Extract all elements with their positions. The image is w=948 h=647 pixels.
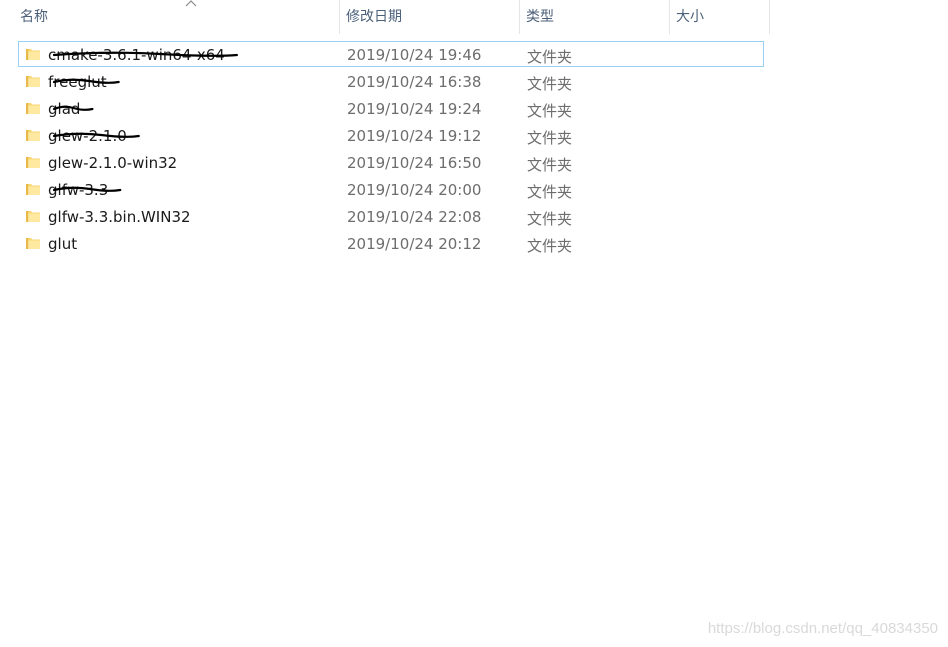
chevron-up-icon: [185, 0, 197, 7]
file-modified-date: 2019/10/24 16:50: [347, 154, 482, 172]
folder-icon: [26, 103, 40, 114]
file-name: glad: [48, 100, 81, 118]
column-header-date-label: 修改日期: [346, 9, 402, 25]
file-type: 文件夹: [527, 183, 573, 201]
folder-icon: [26, 184, 40, 195]
file-row[interactable]: glut 2019/10/24 20:12 文件夹: [18, 230, 764, 256]
file-name: glfw-3.3: [48, 181, 109, 199]
file-modified-date: 2019/10/24 20:12: [347, 235, 482, 253]
column-header: 名称 修改日期 类型 大小: [0, 0, 770, 34]
file-name: glew-2.1.0: [48, 127, 127, 145]
file-name: glew-2.1.0-win32: [48, 154, 178, 172]
column-header-name-label: 名称: [20, 9, 48, 25]
file-type: 文件夹: [527, 75, 573, 93]
file-type: 文件夹: [527, 210, 573, 228]
file-name: glut: [48, 235, 78, 253]
file-name: freeglut: [48, 73, 107, 91]
folder-icon: [26, 157, 40, 168]
file-modified-date: 2019/10/24 20:00: [347, 181, 482, 199]
file-type: 文件夹: [527, 48, 573, 66]
file-type: 文件夹: [527, 156, 573, 174]
file-modified-date: 2019/10/24 16:38: [347, 73, 482, 91]
column-header-name[interactable]: 名称: [14, 0, 340, 34]
folder-icon: [26, 211, 40, 222]
column-header-type-label: 类型: [526, 9, 554, 25]
file-row[interactable]: glfw-3.3.bin.WIN32 2019/10/24 22:08 文件夹: [18, 203, 764, 229]
file-row[interactable]: glad 2019/10/24 19:24 文件夹: [18, 95, 764, 121]
file-modified-date: 2019/10/24 22:08: [347, 208, 482, 226]
file-type: 文件夹: [527, 237, 573, 255]
file-type: 文件夹: [527, 129, 573, 147]
folder-icon: [26, 49, 40, 60]
file-name: glfw-3.3.bin.WIN32: [48, 208, 191, 226]
file-row[interactable]: glew-2.1.0-win32 2019/10/24 16:50 文件夹: [18, 149, 764, 175]
file-name: cmake-3.6.1-win64-x64: [48, 46, 225, 64]
column-header-size-label: 大小: [676, 9, 704, 25]
file-row[interactable]: freeglut 2019/10/24 16:38 文件夹: [18, 68, 764, 94]
column-header-date[interactable]: 修改日期: [340, 0, 520, 34]
file-row[interactable]: cmake-3.6.1-win64-x64 2019/10/24 19:46 文件夹: [18, 41, 764, 67]
file-type: 文件夹: [527, 102, 573, 120]
column-header-type[interactable]: 类型: [520, 0, 670, 34]
file-modified-date: 2019/10/24 19:24: [347, 100, 482, 118]
folder-icon: [26, 130, 40, 141]
file-modified-date: 2019/10/24 19:12: [347, 127, 482, 145]
watermark: https://blog.csdn.net/qq_40834350: [707, 620, 938, 637]
folder-icon: [26, 238, 40, 249]
folder-icon: [26, 76, 40, 87]
file-row[interactable]: glfw-3.3 2019/10/24 20:00 文件夹: [18, 176, 764, 202]
column-header-size[interactable]: 大小: [670, 0, 770, 34]
file-row[interactable]: glew-2.1.0 2019/10/24 19:12 文件夹: [18, 122, 764, 148]
file-modified-date: 2019/10/24 19:46: [347, 46, 482, 64]
